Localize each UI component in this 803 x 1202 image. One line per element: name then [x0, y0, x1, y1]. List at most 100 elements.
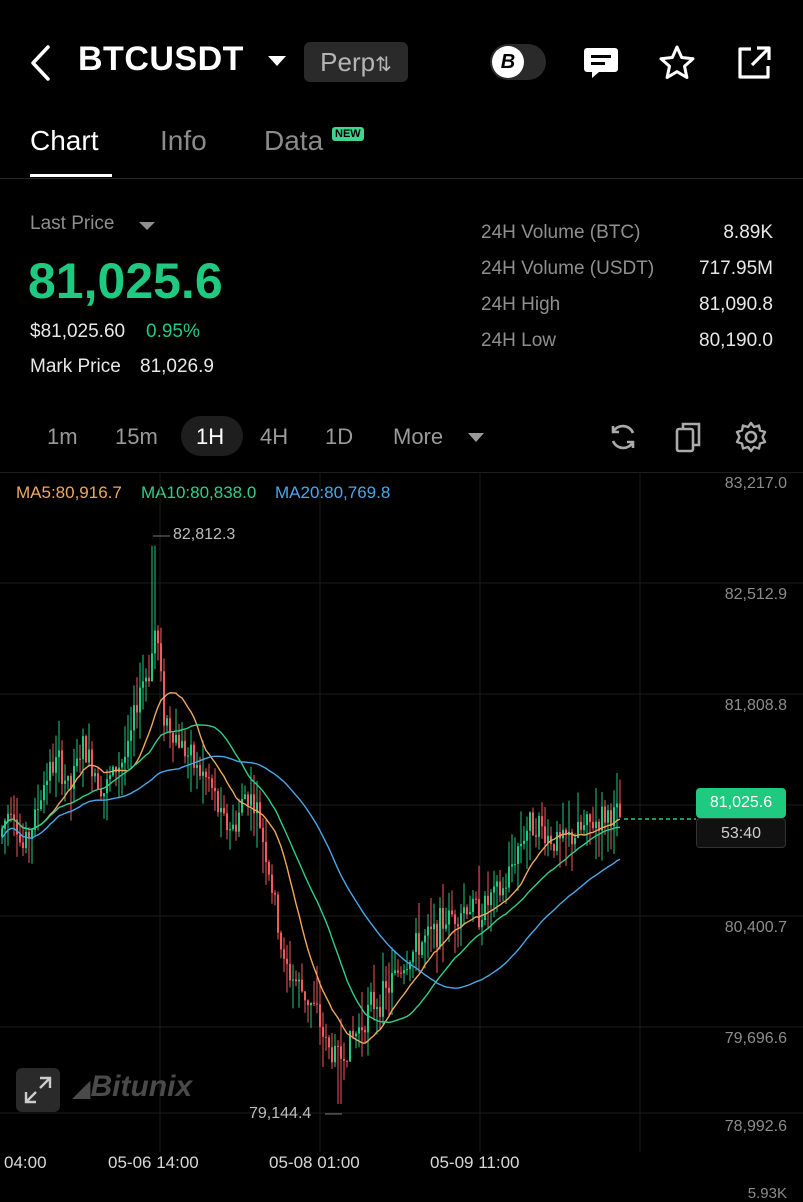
chat-icon[interactable]	[583, 46, 619, 85]
candle-body	[331, 1047, 333, 1063]
stat-24h-low: 24H Low 80,190.0	[481, 330, 773, 352]
candle-body	[607, 810, 609, 823]
stat-24h-high: 24H High 81,090.8	[481, 294, 773, 316]
settings-icon[interactable]	[734, 420, 768, 459]
change-percent: 0.95%	[146, 321, 200, 342]
candle-body	[109, 775, 111, 780]
watermark-text: Bitunix	[90, 1070, 193, 1103]
b-toggle-switch[interactable]: B	[490, 44, 546, 80]
stat-value: 717.95M	[699, 258, 773, 279]
x-tick: 05-06 14:00	[108, 1153, 199, 1172]
candle-body	[82, 736, 84, 760]
swap-icon: ⇅	[375, 54, 392, 76]
new-badge: NEW	[332, 127, 364, 141]
candle-body	[235, 824, 237, 832]
candle-body	[37, 809, 39, 811]
timeframe-more[interactable]: More	[393, 424, 443, 450]
candle-body	[418, 933, 420, 955]
refresh-icon[interactable]	[607, 421, 639, 458]
active-tab-indicator	[30, 174, 112, 177]
y-tick: 78,992.6	[724, 1118, 787, 1135]
candle-body	[340, 1046, 342, 1059]
candle-body	[433, 923, 435, 930]
candle-body	[214, 787, 216, 792]
fullscreen-button[interactable]	[16, 1068, 60, 1112]
candle-body	[580, 821, 582, 830]
mark-price-label: Mark Price	[30, 356, 121, 377]
candle-body	[343, 1058, 345, 1061]
timeframe-4h[interactable]: 4H	[260, 424, 288, 450]
candle-body	[616, 803, 618, 808]
tab-info[interactable]: Info	[160, 125, 207, 157]
candle-body	[313, 1002, 315, 1004]
candle-body	[424, 935, 426, 943]
candle-body	[511, 864, 513, 867]
candlestick-chart[interactable]	[0, 472, 803, 1152]
candle-body	[58, 750, 60, 758]
candle-body	[157, 630, 159, 644]
candle-body	[259, 802, 261, 828]
candle-body	[436, 923, 438, 948]
candle-body	[286, 958, 288, 964]
timeframe-1d[interactable]: 1D	[325, 424, 353, 450]
candle-body	[46, 780, 48, 785]
tab-data[interactable]: Data	[264, 125, 323, 157]
candle-body	[544, 826, 546, 844]
candle-body	[295, 979, 297, 982]
candle-body	[328, 1037, 330, 1048]
last-price-label[interactable]: Last Price	[30, 213, 114, 235]
candle-body	[22, 842, 24, 849]
candle-body	[379, 1007, 381, 1017]
y-tick: 79,696.6	[724, 1030, 787, 1047]
candle-body	[319, 1004, 321, 1028]
last-price-dropdown-icon[interactable]	[139, 222, 155, 230]
symbol-title[interactable]: BTCUSDT	[78, 40, 244, 79]
share-icon[interactable]	[735, 44, 773, 87]
candle-body	[583, 824, 585, 830]
candle-body	[277, 894, 279, 933]
candle-body	[178, 734, 180, 748]
candle-body	[478, 899, 480, 928]
candle-body	[496, 881, 498, 887]
candle-body	[481, 919, 483, 928]
bitunix-watermark: ◢Bitunix	[72, 1070, 192, 1104]
candle-body	[526, 830, 528, 841]
candle-body	[184, 740, 186, 757]
stat-label: 24H Volume (BTC)	[481, 222, 641, 243]
x-tick: 05-08 01:00	[269, 1153, 360, 1172]
candle-body	[472, 898, 474, 913]
candle-body	[490, 892, 492, 905]
candle-body	[220, 807, 222, 813]
candle-body	[208, 777, 210, 779]
candle-body	[304, 991, 306, 1001]
candle-body	[505, 887, 507, 889]
tab-chart[interactable]: Chart	[30, 125, 98, 157]
symbol-dropdown-icon[interactable]	[268, 56, 286, 66]
candle-body	[121, 762, 123, 768]
candle-body	[355, 1033, 357, 1037]
timeframe-1h[interactable]: 1H	[196, 424, 224, 450]
last-price: 81,025.6	[28, 253, 223, 309]
candle-body	[172, 732, 174, 743]
copy-icon[interactable]	[673, 420, 703, 459]
candle-body	[307, 1000, 309, 1006]
timeframe-15m[interactable]: 15m	[115, 424, 158, 450]
more-dropdown-icon[interactable]	[468, 433, 484, 442]
contract-type-switch[interactable]: Perp⇅	[304, 42, 408, 82]
back-icon[interactable]	[26, 44, 56, 82]
candle-body	[466, 907, 468, 915]
candle-body	[406, 969, 408, 971]
candle-body	[391, 973, 393, 993]
candle-body	[217, 791, 219, 813]
candle-body	[595, 821, 597, 829]
candle-body	[589, 814, 591, 822]
candle-body	[283, 949, 285, 959]
candle-body	[169, 718, 171, 733]
timeframe-1m[interactable]: 1m	[47, 424, 78, 450]
stat-label: 24H High	[481, 294, 561, 315]
usd-price: $81,025.60	[30, 321, 126, 342]
candle-body	[133, 705, 135, 731]
candle-body	[538, 816, 540, 837]
stat-value: 80,190.0	[699, 330, 773, 351]
star-icon[interactable]	[658, 44, 696, 87]
